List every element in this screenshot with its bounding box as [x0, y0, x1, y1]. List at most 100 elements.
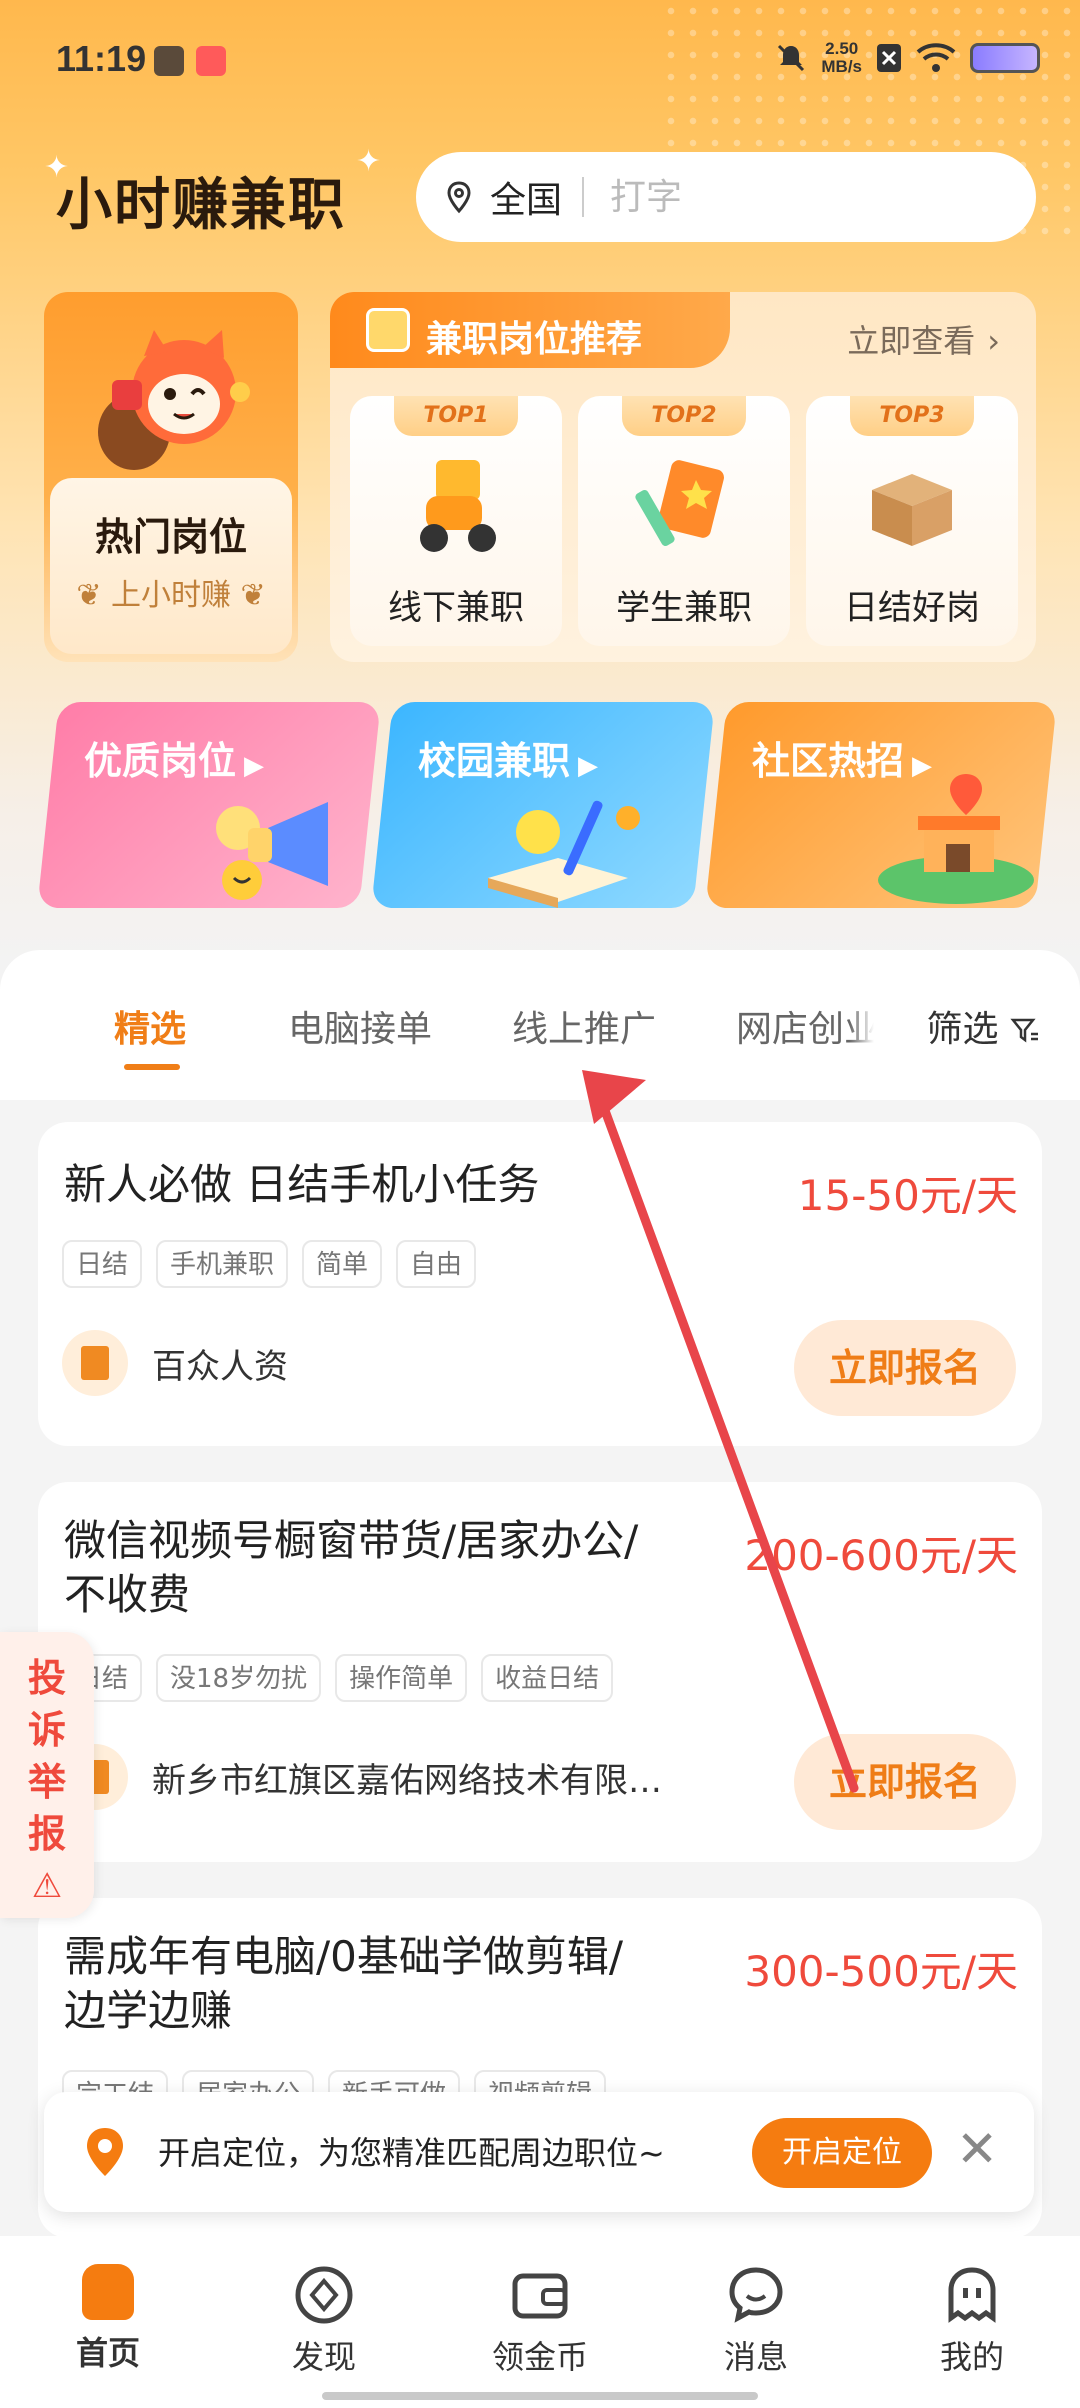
notebook-icon [635, 460, 724, 547]
laurel-left-icon: ❦ [76, 578, 102, 613]
job-tag: 收益日结 [481, 1654, 614, 1702]
search-divider [582, 177, 585, 217]
status-bar: 11:19 2.50 MB/s [0, 0, 1080, 120]
net-speed-unit: MB/s [821, 57, 862, 76]
company-name: 百众人资 [152, 1346, 288, 1387]
tab-online-store[interactable]: 网店创业 [736, 1000, 874, 1052]
shop-island-icon [878, 774, 1034, 904]
job-tag: 手机兼职 [156, 1240, 289, 1288]
recommend-item-daily[interactable]: TOP3 日结好岗 [806, 396, 1018, 646]
hot-card-subtitle-text: 上小时赚 [111, 578, 231, 613]
net-speed: 2.50 MB/s [821, 40, 862, 76]
job-salary: 15-50元/天 [797, 1171, 1018, 1220]
compass-icon [295, 2266, 353, 2324]
complaint-char: 报 [27, 1812, 66, 1856]
net-speed-value: 2.50 [825, 39, 859, 58]
book-lightbulb-icon [488, 800, 640, 908]
tab-online-promotion[interactable]: 线上推广 [512, 1000, 656, 1052]
location-pin-icon [447, 181, 471, 214]
job-salary: 300-500元/天 [744, 1947, 1018, 1996]
feature-community-hiring[interactable]: 社区热招 ▶ [705, 702, 1057, 908]
feature-title-text: 校园兼职 [418, 739, 571, 783]
calendar-icon [366, 308, 410, 352]
nav-profile[interactable]: 我的 [892, 2264, 1052, 2378]
nav-home[interactable]: 首页 [28, 2264, 188, 2374]
megaphone-icon [216, 802, 328, 900]
nav-messages[interactable]: 消息 [676, 2264, 836, 2378]
apply-button[interactable]: 立即报名 [794, 1320, 1016, 1416]
feature-campus-jobs[interactable]: 校园兼职 ▶ [371, 702, 715, 908]
feature-title-text: 优质岗位 [84, 739, 237, 783]
notification-icon [154, 46, 184, 76]
category-tabs: 精选 电脑接单 线上推广 网店创业 筛选 [0, 1000, 1080, 1070]
company-info: 新乡市红旗区嘉佑网络技术有限… [62, 1744, 662, 1810]
top-badge: TOP3 [850, 396, 974, 436]
hot-card-title: 热门岗位 [94, 515, 247, 559]
job-title: 微信视频号橱窗带货/居家办公/不收费 [64, 1516, 639, 1619]
home-indicator[interactable] [322, 2392, 758, 2400]
job-tag: 自由 [396, 1240, 477, 1288]
nav-label: 领金币 [491, 2338, 588, 2376]
job-salary: 200-600元/天 [744, 1531, 1018, 1580]
job-title: 新人必做 日结手机小任务 [64, 1160, 540, 1209]
complaint-report-button[interactable]: 投 诉 举 报 ⚠ [0, 1632, 94, 1918]
company-name: 新乡市红旗区嘉佑网络技术有限… [152, 1760, 662, 1801]
warning-icon: ⚠ [31, 1866, 63, 1906]
complaint-char: 举 [27, 1760, 66, 1804]
bottom-nav: 首页 发现 领金币 消息 我的 [0, 2236, 1080, 2408]
recommend-item-label: 日结好岗 [844, 588, 980, 628]
squirrel-mascot-icon [98, 330, 250, 470]
job-title: 需成年有电脑/0基础学做剪辑/边学边赚 [64, 1932, 624, 2035]
status-right: 2.50 MB/s [775, 40, 1040, 76]
job-card[interactable]: 微信视频号橱窗带货/居家办公/不收费 200-600元/天 日结 没18岁勿扰 … [38, 1482, 1042, 1862]
wallet-icon [512, 2273, 568, 2319]
close-icon[interactable]: ✕ [956, 2124, 998, 2174]
company-info: 百众人资 [62, 1330, 288, 1396]
app-logo: 小时赚兼职 [56, 173, 346, 238]
app-notification-icon [196, 46, 226, 76]
nav-coins[interactable]: 领金币 [460, 2264, 620, 2378]
recommend-item-label: 线下兼职 [388, 588, 524, 628]
home-icon [82, 2264, 134, 2320]
job-tag: 日结 [62, 1240, 143, 1288]
nav-label: 首页 [75, 2334, 140, 2372]
recommend-item-student[interactable]: TOP2 学生兼职 [578, 396, 790, 646]
filter-icon [1010, 1018, 1038, 1043]
recommend-panel: 兼职岗位推荐 立即查看 › TOP1 线下兼职 TOP2 学生兼职 TOP3 日结… [330, 292, 1036, 662]
feature-title: 优质岗位 ▶ [84, 730, 264, 785]
feature-quality-jobs[interactable]: 优质岗位 ▶ [37, 702, 381, 908]
filter-button[interactable]: 筛选 [927, 1000, 1040, 1052]
hot-jobs-card[interactable]: 热门岗位 ❦ 上小时赚 ❦ [44, 292, 298, 662]
triangle-right-icon: ▶ [578, 751, 599, 781]
search-input[interactable] [610, 176, 971, 218]
tab-computer-orders[interactable]: 电脑接单 [288, 1000, 432, 1052]
nav-label: 发现 [291, 2338, 356, 2376]
scooter-icon [420, 460, 496, 552]
sparkle-icon: ✦ [356, 144, 382, 179]
job-tags: 日结 手机兼职 简单 自由 [62, 1240, 477, 1288]
wifi-icon [916, 43, 956, 72]
view-now-link[interactable]: 立即查看 › [847, 316, 1000, 362]
chevron-right-icon: › [987, 322, 1000, 360]
job-tags: 日结 没18岁勿扰 操作简单 收益日结 [62, 1654, 614, 1702]
job-card[interactable]: 新人必做 日结手机小任务 15-50元/天 日结 手机兼职 简单 自由 百众人资… [38, 1122, 1042, 1446]
recommend-title: 兼职岗位推荐 [426, 319, 643, 360]
tab-featured[interactable]: 精选 [114, 1000, 186, 1052]
recommend-header: 兼职岗位推荐 [330, 292, 730, 368]
active-tab-underline [124, 1064, 180, 1070]
apply-button[interactable]: 立即报名 [794, 1734, 1016, 1830]
job-tag: 操作简单 [335, 1654, 468, 1702]
recommend-item-label: 学生兼职 [616, 588, 752, 628]
no-sim-icon [877, 44, 901, 72]
ghost-profile-icon [948, 2267, 996, 2323]
search-region-selector[interactable]: 全国 [490, 171, 562, 223]
location-pin-icon [87, 2128, 123, 2176]
recommend-item-offline[interactable]: TOP1 线下兼职 [350, 396, 562, 646]
nav-label: 消息 [723, 2338, 788, 2376]
nav-label: 我的 [939, 2338, 1004, 2376]
top-badge: TOP1 [394, 396, 518, 436]
search-bar[interactable]: 全国 [416, 152, 1036, 242]
nav-discover[interactable]: 发现 [244, 2264, 404, 2378]
enable-location-button[interactable]: 开启定位 [752, 2118, 932, 2188]
feature-title: 校园兼职 ▶ [418, 730, 598, 785]
